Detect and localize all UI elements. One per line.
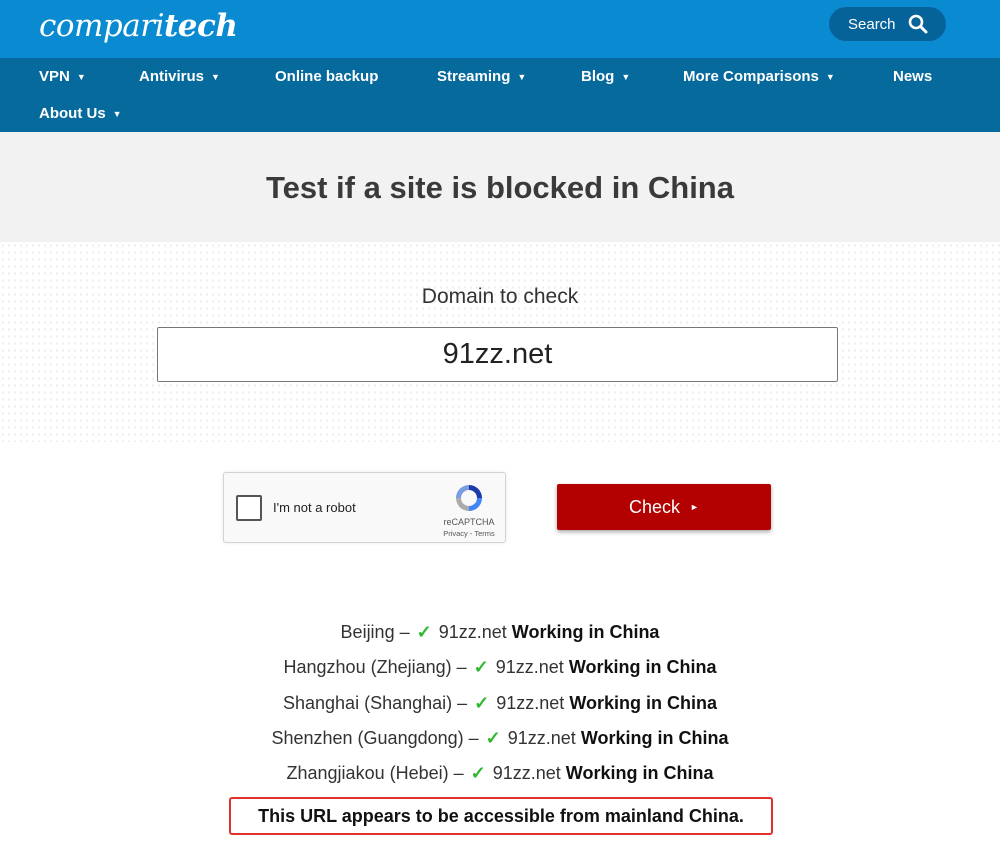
logo-text-light: compari <box>39 8 164 44</box>
recaptcha-terms-link[interactable]: Privacy - Terms <box>430 529 508 538</box>
check-button[interactable]: Check ► <box>557 484 771 530</box>
nav-item-label: Online backup <box>275 68 379 85</box>
nav-item-more-comparisons[interactable]: More Comparisons ▼ <box>683 68 835 85</box>
result-status: Working in China <box>569 693 717 713</box>
result-separator: – <box>394 622 415 642</box>
chevron-down-icon: ▼ <box>517 72 527 82</box>
nav-item-label: Blog <box>581 68 615 85</box>
checkmark-icon: ✓ <box>470 763 486 783</box>
nav-item-news[interactable]: News <box>893 68 932 85</box>
nav-item-blog[interactable]: Blog ▼ <box>581 68 630 85</box>
recaptcha-label: I'm not a robot <box>273 500 356 515</box>
result-location: Zhangjiakou (Hebei) <box>286 763 449 783</box>
nav-item-vpn[interactable]: VPN ▼ <box>39 68 86 85</box>
title-band: Test if a site is blocked in China <box>0 132 1000 242</box>
result-status: Working in China <box>568 657 717 677</box>
checkmark-icon: ✓ <box>474 693 490 713</box>
result-status: Working in China <box>580 728 729 748</box>
verdict-text: This URL appears to be accessible from m… <box>258 805 744 826</box>
result-row: Hangzhou (Zhejiang) – ✓ 91zz.net Working… <box>0 657 1000 678</box>
result-domain: 91zz.net <box>438 622 507 642</box>
result-separator: – <box>463 728 484 748</box>
result-domain: 91zz.net <box>495 657 564 677</box>
recaptcha-brand: reCAPTCHA <box>443 517 495 527</box>
nav-item-streaming[interactable]: Streaming ▼ <box>437 68 526 85</box>
recaptcha-widget: I'm not a robot reCAPTCHA Privacy - Term… <box>223 472 506 543</box>
result-separator: – <box>448 763 469 783</box>
search-button[interactable]: Search <box>829 7 946 41</box>
result-location: Hangzhou (Zhejiang) <box>283 657 452 677</box>
nav-item-antivirus[interactable]: Antivirus ▼ <box>139 68 220 85</box>
chevron-down-icon: ▼ <box>76 72 86 82</box>
result-status: Working in China <box>511 622 660 642</box>
result-status: Working in China <box>565 763 714 783</box>
recaptcha-checkbox[interactable] <box>236 495 262 521</box>
checkmark-icon: ✓ <box>473 657 489 677</box>
result-location: Beijing <box>340 622 395 642</box>
result-domain: 91zz.net <box>496 693 565 713</box>
result-location: Shenzhen (Guangdong) <box>271 728 464 748</box>
nav-item-label: About Us <box>39 105 106 122</box>
chevron-down-icon: ▼ <box>825 72 835 82</box>
chevron-down-icon: ▼ <box>621 72 631 82</box>
check-button-label: Check <box>629 496 681 517</box>
result-location: Shanghai (Shanghai) <box>283 693 453 713</box>
domain-label: Domain to check <box>421 285 579 308</box>
result-separator: – <box>452 693 473 713</box>
result-row: Zhangjiakou (Hebei) – ✓ 91zz.net Working… <box>0 763 1000 784</box>
chevron-down-icon: ▼ <box>112 109 122 119</box>
main-nav: VPN ▼ Antivirus ▼ Online backup Streaming ▼… <box>0 58 1000 132</box>
result-domain: 91zz.net <box>507 728 576 748</box>
comparitech-logo[interactable]: comparitech <box>39 8 238 44</box>
nav-item-label: VPN <box>39 68 70 85</box>
nav-item-label: More Comparisons <box>683 68 819 85</box>
nav-item-label: News <box>893 68 933 85</box>
page-title: Test if a site is blocked in China <box>266 170 734 205</box>
recaptcha-icon <box>456 485 482 511</box>
nav-item-label: Antivirus <box>139 68 205 85</box>
logo-text-bold: tech <box>163 8 238 44</box>
result-domain: 91zz.net <box>492 763 561 783</box>
play-arrow-icon: ► <box>690 502 699 512</box>
nav-item-about-us[interactable]: About Us ▼ <box>39 105 122 122</box>
nav-item-online-backup[interactable]: Online backup <box>275 68 378 85</box>
result-row: Shanghai (Shanghai) – ✓ 91zz.net Working… <box>0 693 1000 714</box>
chevron-down-icon: ▼ <box>211 72 220 82</box>
checkmark-icon: ✓ <box>416 622 432 642</box>
result-row: Beijing – ✓ 91zz.net Working in China <box>0 622 1000 643</box>
result-separator: – <box>451 657 472 677</box>
search-label: Search <box>848 15 896 33</box>
domain-input[interactable] <box>157 327 838 382</box>
site-header: comparitech Search <box>0 0 1000 58</box>
nav-item-label: Streaming <box>437 68 511 85</box>
search-icon <box>908 14 928 34</box>
checkmark-icon: ✓ <box>485 728 501 748</box>
result-row: Shenzhen (Guangdong) – ✓ 91zz.net Workin… <box>0 728 1000 749</box>
verdict-box: This URL appears to be accessible from m… <box>229 797 773 835</box>
